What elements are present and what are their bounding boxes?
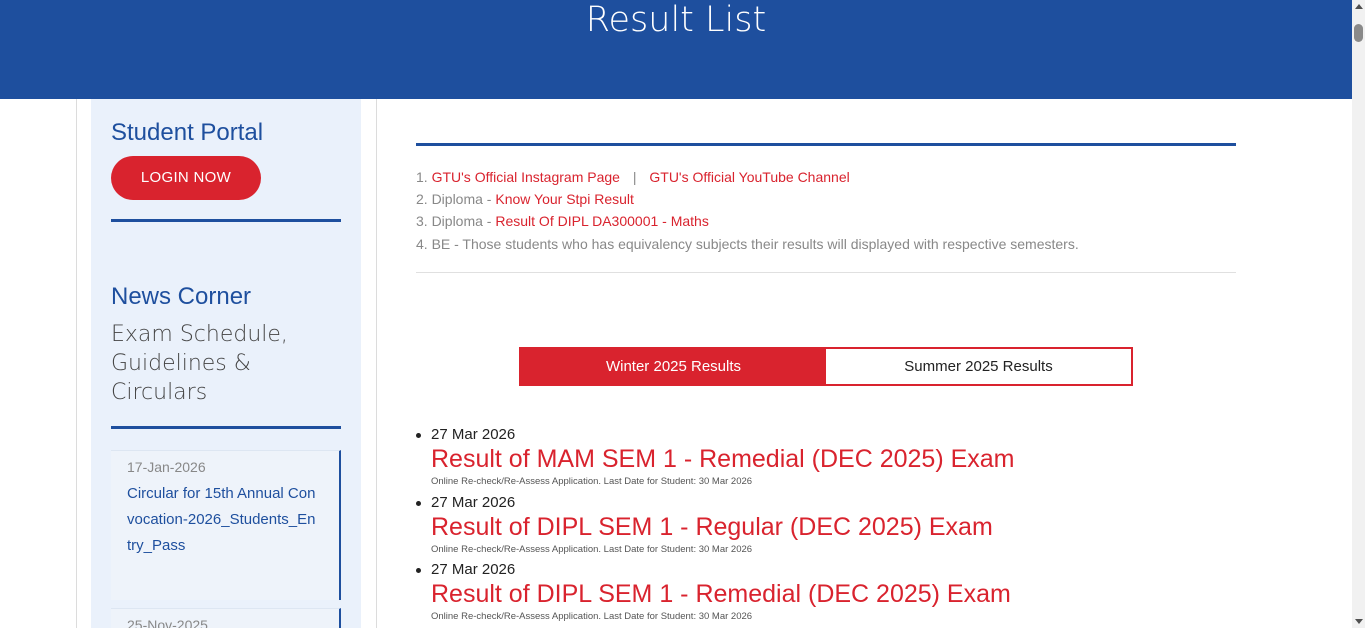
scroll-down-arrow-icon[interactable] bbox=[1355, 619, 1363, 624]
sidebar-divider bbox=[111, 219, 341, 222]
bullet-icon bbox=[416, 568, 421, 573]
result-link[interactable]: Result of MAM SEM 1 - Remedial (DEC 2025… bbox=[431, 444, 1015, 474]
list-item: 27 Mar 2026 Result of DIPL SEM 1 - Regul… bbox=[416, 493, 1251, 561]
notice-prefix: 2. Diploma - bbox=[416, 191, 496, 207]
page-header: Result List bbox=[0, 0, 1352, 99]
vertical-scrollbar[interactable] bbox=[1352, 0, 1365, 628]
notice-line-4: 4. BE - Those students who has equivalen… bbox=[416, 236, 1079, 252]
news-item[interactable]: 25-Nov-2025 bbox=[111, 608, 341, 628]
news-corner-title: News Corner bbox=[111, 283, 252, 310]
left-divider bbox=[76, 99, 77, 628]
news-corner-subtitle: Exam Schedule, Guidelines & Circulars bbox=[111, 322, 288, 405]
instagram-link[interactable]: GTU's Official Instagram Page bbox=[432, 169, 620, 185]
news-link[interactable]: Circular for 15th Annual Convocation-202… bbox=[127, 481, 317, 559]
bullet-icon bbox=[416, 433, 421, 438]
youtube-link[interactable]: GTU's Official YouTube Channel bbox=[649, 169, 849, 185]
result-note: Online Re-check/Re-Assess Application. L… bbox=[431, 543, 753, 555]
bullet-icon bbox=[416, 500, 421, 506]
results-tabs: Winter 2025 Results Summer 2025 Results bbox=[519, 347, 1133, 386]
student-portal-title: Student Portal bbox=[111, 119, 264, 146]
page: Result List Student Portal LOGIN NOW New… bbox=[0, 0, 1365, 628]
list-item: 27 Mar 2026 Result of DIPL SEM 1 - Remed… bbox=[416, 560, 1251, 628]
result-date: 27 Mar 2026 bbox=[431, 426, 516, 443]
result-date: 27 Mar 2026 bbox=[431, 561, 516, 578]
news-date: 25-Nov-2025 bbox=[127, 617, 208, 628]
news-date: 17-Jan-2026 bbox=[127, 459, 206, 475]
result-note: Online Re-check/Re-Assess Application. L… bbox=[431, 476, 753, 487]
list-item: 27 Mar 2026 Result of MAM SEM 1 - Remedi… bbox=[416, 425, 1251, 493]
news-item[interactable]: 17-Jan-2026 Circular for 15th Annual Con… bbox=[111, 450, 341, 600]
tab-summer-2025[interactable]: Summer 2025 Results bbox=[826, 349, 1131, 384]
notice-prefix: 3. Diploma - bbox=[416, 213, 496, 229]
notice-line-1: 1. GTU's Official Instagram Page | GTU's… bbox=[416, 168, 850, 186]
result-link[interactable]: Result of DIPL SEM 1 - Regular (DEC 2025… bbox=[431, 512, 993, 542]
link-separator: | bbox=[632, 169, 637, 185]
page-title: Result List bbox=[585, 0, 767, 40]
results-list: 27 Mar 2026 Result of MAM SEM 1 - Remedi… bbox=[416, 425, 1251, 628]
notice-number: 1. bbox=[416, 169, 428, 185]
maths-result-link[interactable]: Result Of DIPL DA300001 - Maths bbox=[495, 213, 708, 229]
result-date: 27 Mar 2026 bbox=[431, 493, 516, 511]
notice-line-2: 2. Diploma - Know Your Stpi Result bbox=[416, 190, 634, 208]
stpi-result-link[interactable]: Know Your Stpi Result bbox=[495, 191, 634, 207]
scrollbar-thumb[interactable] bbox=[1354, 24, 1363, 42]
sidebar-divider bbox=[111, 426, 341, 429]
tab-winter-2025[interactable]: Winter 2025 Results bbox=[521, 349, 826, 384]
notice-bottom-rule bbox=[416, 272, 1236, 273]
notice-top-rule bbox=[416, 143, 1236, 146]
sidebar: Student Portal LOGIN NOW News Corner Exa… bbox=[91, 99, 361, 628]
scroll-up-arrow-icon[interactable] bbox=[1355, 4, 1363, 9]
content-divider bbox=[376, 99, 377, 628]
result-note: Online Re-check/Re-Assess Application. L… bbox=[431, 611, 753, 622]
login-now-button[interactable]: LOGIN NOW bbox=[111, 156, 261, 200]
result-link[interactable]: Result of DIPL SEM 1 - Remedial (DEC 202… bbox=[431, 579, 1011, 609]
notice-line-3: 3. Diploma - Result Of DIPL DA300001 - M… bbox=[416, 212, 709, 230]
